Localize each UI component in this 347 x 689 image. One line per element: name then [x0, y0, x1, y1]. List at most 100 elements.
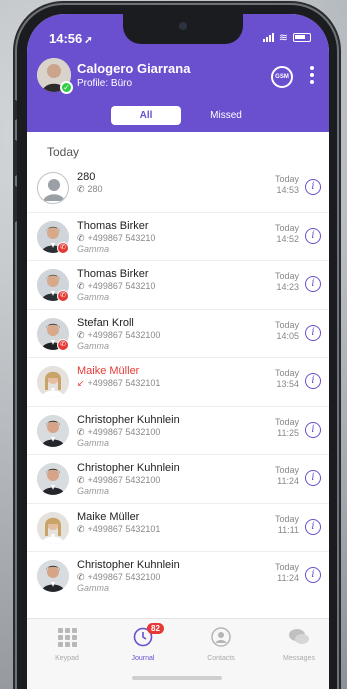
call-day: Today	[274, 271, 299, 281]
call-row[interactable]: Maike Müller ✆ +499867 5432101 Today 11:11 i	[27, 504, 329, 552]
contact-avatar	[37, 366, 69, 398]
call-time: Today 11:24	[275, 465, 299, 487]
journal-badge: 82	[147, 623, 164, 634]
call-name: Christopher Kuhnlein	[77, 413, 180, 426]
call-name: Maike Müller	[77, 365, 140, 377]
call-number: ✆ +499867 543210	[77, 233, 155, 244]
phone-icon: ✆	[77, 329, 85, 340]
call-number-text: +499867 5432100	[87, 426, 161, 437]
tab-journal[interactable]: 82 Journal	[113, 623, 173, 662]
tab-keypad[interactable]: Keypad	[37, 625, 97, 662]
call-number-text: +499867 543210	[87, 232, 156, 243]
call-row[interactable]: 280 ✆ 280 Today 14:53 i	[27, 164, 329, 213]
call-time: Today 14:52	[275, 223, 299, 245]
call-day: Today	[274, 174, 299, 184]
section-title: Today	[47, 145, 80, 159]
phone-icon: ✆	[77, 281, 85, 291]
status-icons: ≋	[262, 31, 311, 44]
call-row[interactable]: Christopher Kuhnlein ✆ +499867 5432100 Gamm…	[27, 455, 329, 504]
call-day: Today	[274, 465, 299, 475]
call-day: Today	[274, 513, 299, 524]
status-time: 14:56 ➚	[49, 31, 93, 46]
call-clock: 13:54	[276, 379, 299, 389]
call-clock: 14:53	[276, 185, 299, 195]
tab-messages[interactable]: Messages	[269, 625, 329, 662]
tab-keypad-label: Keypad	[55, 655, 79, 662]
call-clock: 14:52	[276, 233, 299, 244]
phone-notch	[123, 14, 243, 44]
call-time: Today 11:25	[275, 417, 299, 439]
info-icon[interactable]: i	[305, 227, 321, 244]
call-source: Gamma	[77, 292, 110, 302]
call-number-text: +499867 5432100	[87, 475, 161, 485]
phone-badge-icon: ✆	[57, 290, 69, 302]
phone-badge-icon: ✆	[57, 338, 69, 351]
tab-contacts[interactable]: Contacts	[191, 625, 251, 662]
call-name: Thomas Birker	[77, 219, 149, 232]
call-day: Today	[274, 562, 299, 572]
tab-missed[interactable]: Missed	[191, 106, 261, 125]
call-row[interactable]: ✆ Stefan Kroll ✆ +499867 5432100 Gamma Today 1…	[27, 310, 329, 358]
contact-avatar	[37, 511, 69, 544]
volume-up-button	[13, 140, 17, 176]
contact-avatar	[37, 560, 69, 592]
call-clock: 11:25	[277, 427, 299, 438]
phone-icon: ✆	[77, 572, 85, 582]
phone-icon: ✆	[77, 426, 85, 437]
info-icon[interactable]: i	[305, 276, 321, 292]
call-list: 280 ✆ 280 Today 14:53 i ✆ Thomas Birker ✆ +499867…	[27, 164, 329, 601]
call-source: Gamma	[77, 243, 110, 254]
call-number-text: +499867 5432100	[87, 329, 161, 340]
home-indicator	[132, 676, 222, 680]
call-number-text: +499867 543210	[87, 281, 156, 291]
my-name: Calogero Giarrana	[77, 61, 191, 76]
call-clock: 14:05	[276, 330, 299, 341]
camera-icon	[179, 22, 187, 30]
contact-avatar	[37, 414, 69, 447]
phone-icon: ✆	[77, 184, 85, 194]
info-icon[interactable]: i	[305, 373, 321, 389]
app-header: 14:56 ➚ ≋ ✓ Calogero Giarrana Profile: Bü…	[27, 14, 329, 132]
info-icon[interactable]: i	[305, 567, 321, 583]
call-row[interactable]: Maike Müller ↙ +499867 5432101 Today 13:54 i	[27, 358, 329, 407]
info-icon[interactable]: i	[305, 324, 321, 341]
call-name: Christopher Kuhnlein	[77, 559, 180, 571]
call-clock: 11:24	[277, 476, 299, 486]
call-row[interactable]: ✆ Thomas Birker ✆ +499867 543210 Gamma Today 1…	[27, 261, 329, 310]
call-name: Thomas Birker	[77, 268, 149, 280]
call-number: ✆ +499867 5432100	[77, 427, 160, 438]
missed-call-icon: ↙	[77, 378, 85, 388]
call-source: Gamma	[77, 486, 110, 496]
call-row[interactable]: Christopher Kuhnlein ✆ +499867 5432100 Gamm…	[27, 407, 329, 455]
call-number-text: +499867 5432101	[87, 378, 161, 388]
call-row[interactable]: ✆ Thomas Birker ✆ +499867 543210 Gamma Today 1…	[27, 213, 329, 261]
call-number: ✆ +499867 5432100	[77, 572, 160, 583]
gsm-button[interactable]: GSM	[271, 66, 293, 88]
phone-icon: ✆	[77, 232, 85, 243]
info-icon[interactable]: i	[305, 179, 321, 195]
app-screen: 14:56 ➚ ≋ ✓ Calogero Giarrana Profile: Bü…	[27, 14, 329, 689]
messages-icon	[289, 629, 309, 644]
call-clock: 14:23	[276, 282, 299, 292]
call-time: Today 13:54	[275, 368, 299, 390]
contacts-icon	[211, 627, 231, 647]
contact-avatar	[37, 172, 69, 204]
more-menu-icon[interactable]	[309, 66, 315, 88]
call-source: Gamma	[77, 437, 110, 448]
call-name: Christopher Kuhnlein	[77, 462, 180, 474]
call-name: Maike Müller	[77, 510, 140, 523]
my-profile[interactable]: Profile: Büro	[77, 78, 132, 89]
info-icon[interactable]: i	[305, 518, 321, 535]
keypad-icon	[57, 627, 77, 647]
info-icon[interactable]: i	[305, 470, 321, 486]
call-name: 280	[77, 171, 96, 183]
call-row[interactable]: Christopher Kuhnlein ✆ +499867 5432100 Gamm…	[27, 552, 329, 601]
tab-all[interactable]: All	[111, 106, 181, 125]
call-time: Today 14:05	[275, 320, 299, 342]
call-number-text: +499867 5432101	[87, 523, 161, 534]
info-icon[interactable]: i	[305, 421, 321, 438]
mute-switch	[13, 100, 17, 120]
tab-contacts-label: Contacts	[207, 655, 235, 662]
call-number: ✆ +499867 5432100	[77, 475, 160, 486]
signal-icon	[262, 33, 274, 42]
